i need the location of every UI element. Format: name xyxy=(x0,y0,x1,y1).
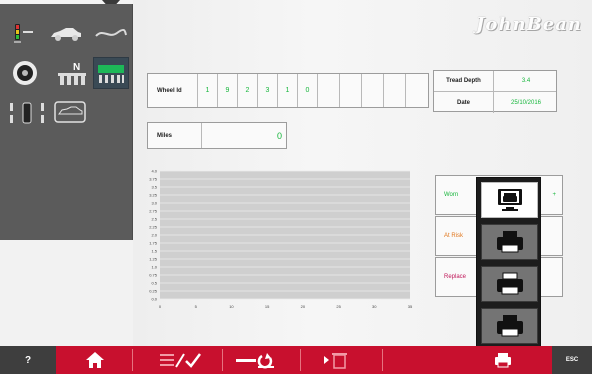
cable-icon[interactable] xyxy=(94,22,128,46)
tread-depth-label: Tread Depth xyxy=(434,71,494,91)
x-tick-label: 5 xyxy=(195,304,198,309)
date-value: 25/10/2016 xyxy=(510,99,542,106)
reset-rotate-icon xyxy=(236,353,274,369)
y-tick-label: 3.75 xyxy=(149,177,158,182)
printer-icon xyxy=(495,353,511,368)
wheel-id-label: Wheel Id xyxy=(148,74,198,107)
chart-plot: 4.0 3.75 3.5 3.25 3.0 2.75 2.5 2.25 2.0 1.75 1.5 1.… xyxy=(149,169,413,310)
tread-history-chart: 4.0 3.75 3.5 3.25 3.0 2.75 2.5 2.25 2.0 1.75 1.5 1.… xyxy=(140,165,420,315)
wheel-id-char[interactable] xyxy=(406,74,428,107)
list-check-icon xyxy=(160,353,201,368)
wheel-id-char[interactable]: 1 xyxy=(198,74,218,107)
play-trash-icon xyxy=(324,353,347,369)
print-option-1[interactable] xyxy=(481,224,538,260)
y-tick-label: 2.5 xyxy=(151,217,157,222)
delete-button[interactable] xyxy=(316,346,356,374)
print-options-popup xyxy=(476,177,541,347)
compare-check-button[interactable] xyxy=(144,346,216,374)
x-tick-label: 35 xyxy=(408,304,413,309)
x-tick-label: 30 xyxy=(372,304,377,309)
y-tick-label: 2.75 xyxy=(149,209,158,214)
wheel-position-icon[interactable] xyxy=(6,96,48,130)
tread-depth-row: Tread Depth 3.4 xyxy=(434,71,556,92)
home-icon xyxy=(86,352,104,368)
y-tick-label: 2.25 xyxy=(149,225,158,230)
print-button[interactable] xyxy=(488,346,518,374)
wheel-id-char[interactable] xyxy=(340,74,362,107)
help-button[interactable]: ? xyxy=(14,346,42,374)
x-tick-label: 0 xyxy=(159,304,162,309)
left-background xyxy=(0,240,133,346)
left-tool-panel: N xyxy=(0,4,133,240)
wheel-id-char[interactable] xyxy=(362,74,384,107)
help-label: ? xyxy=(24,354,32,366)
screen: N JohnBean Wheel Id 1 9 2 3 1 0 Tread De… xyxy=(0,0,592,374)
home-button[interactable] xyxy=(70,346,120,374)
x-tick-label: 25 xyxy=(336,304,341,309)
toolbar-divider xyxy=(132,349,133,371)
tread-info-box: Tread Depth 3.4 Date 25/10/2016 xyxy=(433,70,557,113)
printer-icon xyxy=(496,315,523,337)
light-tower-icon[interactable] xyxy=(8,20,38,48)
wheel-id-row: Wheel Id 1 9 2 3 1 0 xyxy=(147,73,429,108)
toolbar-divider xyxy=(222,349,223,371)
y-tick-label: 2.0 xyxy=(151,233,157,238)
neutral-lift-icon[interactable]: N xyxy=(54,56,90,90)
printer-monitor-icon xyxy=(497,189,522,211)
y-tick-label: 1.0 xyxy=(151,265,157,270)
y-tick-label: 3.0 xyxy=(151,201,157,206)
print-option-3[interactable] xyxy=(481,308,538,344)
wheel-id-char[interactable]: 3 xyxy=(258,74,278,107)
wheel-id-char[interactable]: 2 xyxy=(238,74,258,107)
tread-scanner-icon[interactable] xyxy=(93,57,129,89)
x-tick-label: 15 xyxy=(265,304,270,309)
tire-gauge-icon[interactable] xyxy=(8,56,42,90)
y-tick-label: 4.0 xyxy=(151,169,157,174)
worn-suffix: + xyxy=(552,192,556,198)
y-tick-label: 1.5 xyxy=(151,249,157,254)
y-tick-label: 0.75 xyxy=(149,273,158,278)
y-tick-label: 3.25 xyxy=(149,193,158,198)
toolbar-divider xyxy=(300,349,301,371)
brand-logo: JohnBean xyxy=(475,14,582,35)
y-tick-label: 1.75 xyxy=(149,241,158,246)
worn-label: Worn xyxy=(444,192,459,198)
wheel-id-char[interactable]: 9 xyxy=(218,74,238,107)
toolbar-divider xyxy=(382,349,383,371)
print-to-screen-option[interactable] xyxy=(481,182,538,218)
wheel-id-char[interactable] xyxy=(318,74,340,107)
date-row: Date 25/10/2016 xyxy=(434,92,556,113)
printer-icon xyxy=(496,231,523,253)
esc-button[interactable]: ESC xyxy=(552,346,592,374)
y-tick-label: 3.5 xyxy=(151,185,157,190)
car-icon[interactable] xyxy=(48,22,84,46)
svg-text:N: N xyxy=(73,62,80,73)
wheel-id-char[interactable]: 0 xyxy=(298,74,318,107)
tread-depth-value: 3.4 xyxy=(521,78,531,84)
reset-button[interactable] xyxy=(228,346,282,374)
wheel-id-char[interactable]: 1 xyxy=(278,74,298,107)
x-tick-label: 20 xyxy=(301,304,306,309)
vehicle-outline-icon[interactable] xyxy=(52,97,88,127)
replace-label: Replace xyxy=(444,274,467,280)
miles-field[interactable]: Miles 0 xyxy=(147,122,287,149)
y-tick-label: 0.5 xyxy=(151,281,157,286)
y-tick-label: 0.25 xyxy=(149,289,158,294)
wheel-id-char[interactable] xyxy=(384,74,406,107)
at-risk-label: At Risk xyxy=(444,233,464,239)
y-tick-label: 1.25 xyxy=(149,257,158,262)
y-tick-label: 0.0 xyxy=(151,297,157,302)
x-tick-label: 10 xyxy=(229,304,234,309)
miles-label: Miles xyxy=(148,123,202,148)
print-option-2[interactable] xyxy=(481,266,538,302)
printer-icon xyxy=(496,272,523,295)
esc-label: ESC xyxy=(565,357,579,363)
bottom-toolbar: ? ESC xyxy=(0,346,592,374)
miles-value[interactable]: 0 xyxy=(277,123,282,148)
date-label: Date xyxy=(434,92,494,113)
